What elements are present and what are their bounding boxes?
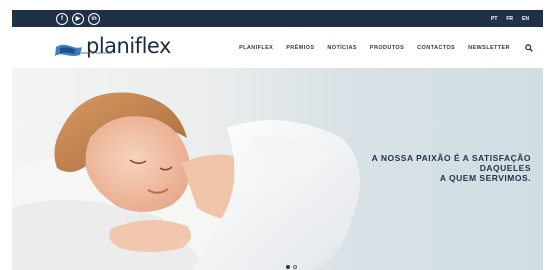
language-switcher: PT FR EN [491, 16, 529, 22]
social-links: f ▶ in [56, 12, 100, 25]
facebook-icon[interactable]: f [56, 12, 68, 25]
nav-item-newsletter[interactable]: NEWSLETTER [468, 45, 510, 51]
slider-dot-1[interactable] [286, 265, 290, 269]
nav-item-noticias[interactable]: NOTÍCIAS [327, 45, 356, 51]
hero-tagline-line-2: DAQUELES [479, 163, 531, 173]
hero-tagline: A NOSSA PAIXÃO É A SATISFAÇÃO DAQUELES A… [372, 153, 531, 183]
youtube-icon[interactable]: ▶ [72, 12, 84, 25]
nav-item-planiflex[interactable]: PLANIFLEX [239, 45, 273, 51]
nav-item-contactos[interactable]: CONTACTOS [417, 45, 455, 51]
language-fr[interactable]: FR [506, 16, 513, 22]
linkedin-icon[interactable]: in [88, 12, 100, 25]
language-pt[interactable]: PT [491, 16, 497, 22]
language-en[interactable]: EN [522, 16, 529, 22]
top-bar: f ▶ in PT FR EN [12, 10, 543, 27]
hero-tagline-line-3: A QUEM SERVIMOS. [439, 173, 531, 183]
main-nav: PLANIFLEX PRÉMIOS NOTÍCIAS PRODUTOS CONT… [239, 27, 533, 68]
site-header: planiflex indústria de colchões PLANIFLE… [12, 27, 543, 68]
logo-tagline: indústria de colchões [74, 50, 112, 55]
nav-item-premios[interactable]: PRÉMIOS [286, 45, 314, 51]
hero-tagline-line-1: A NOSSA PAIXÃO É A SATISFAÇÃO [371, 153, 531, 163]
slider-dot-2[interactable] [293, 265, 297, 269]
search-icon[interactable] [525, 43, 533, 52]
hero-slider: A NOSSA PAIXÃO É A SATISFAÇÃO DAQUELES A… [12, 68, 543, 270]
nav-item-produtos[interactable]: PRODUTOS [370, 45, 404, 51]
logo[interactable]: planiflex [54, 35, 171, 59]
slider-pagination [286, 265, 297, 269]
